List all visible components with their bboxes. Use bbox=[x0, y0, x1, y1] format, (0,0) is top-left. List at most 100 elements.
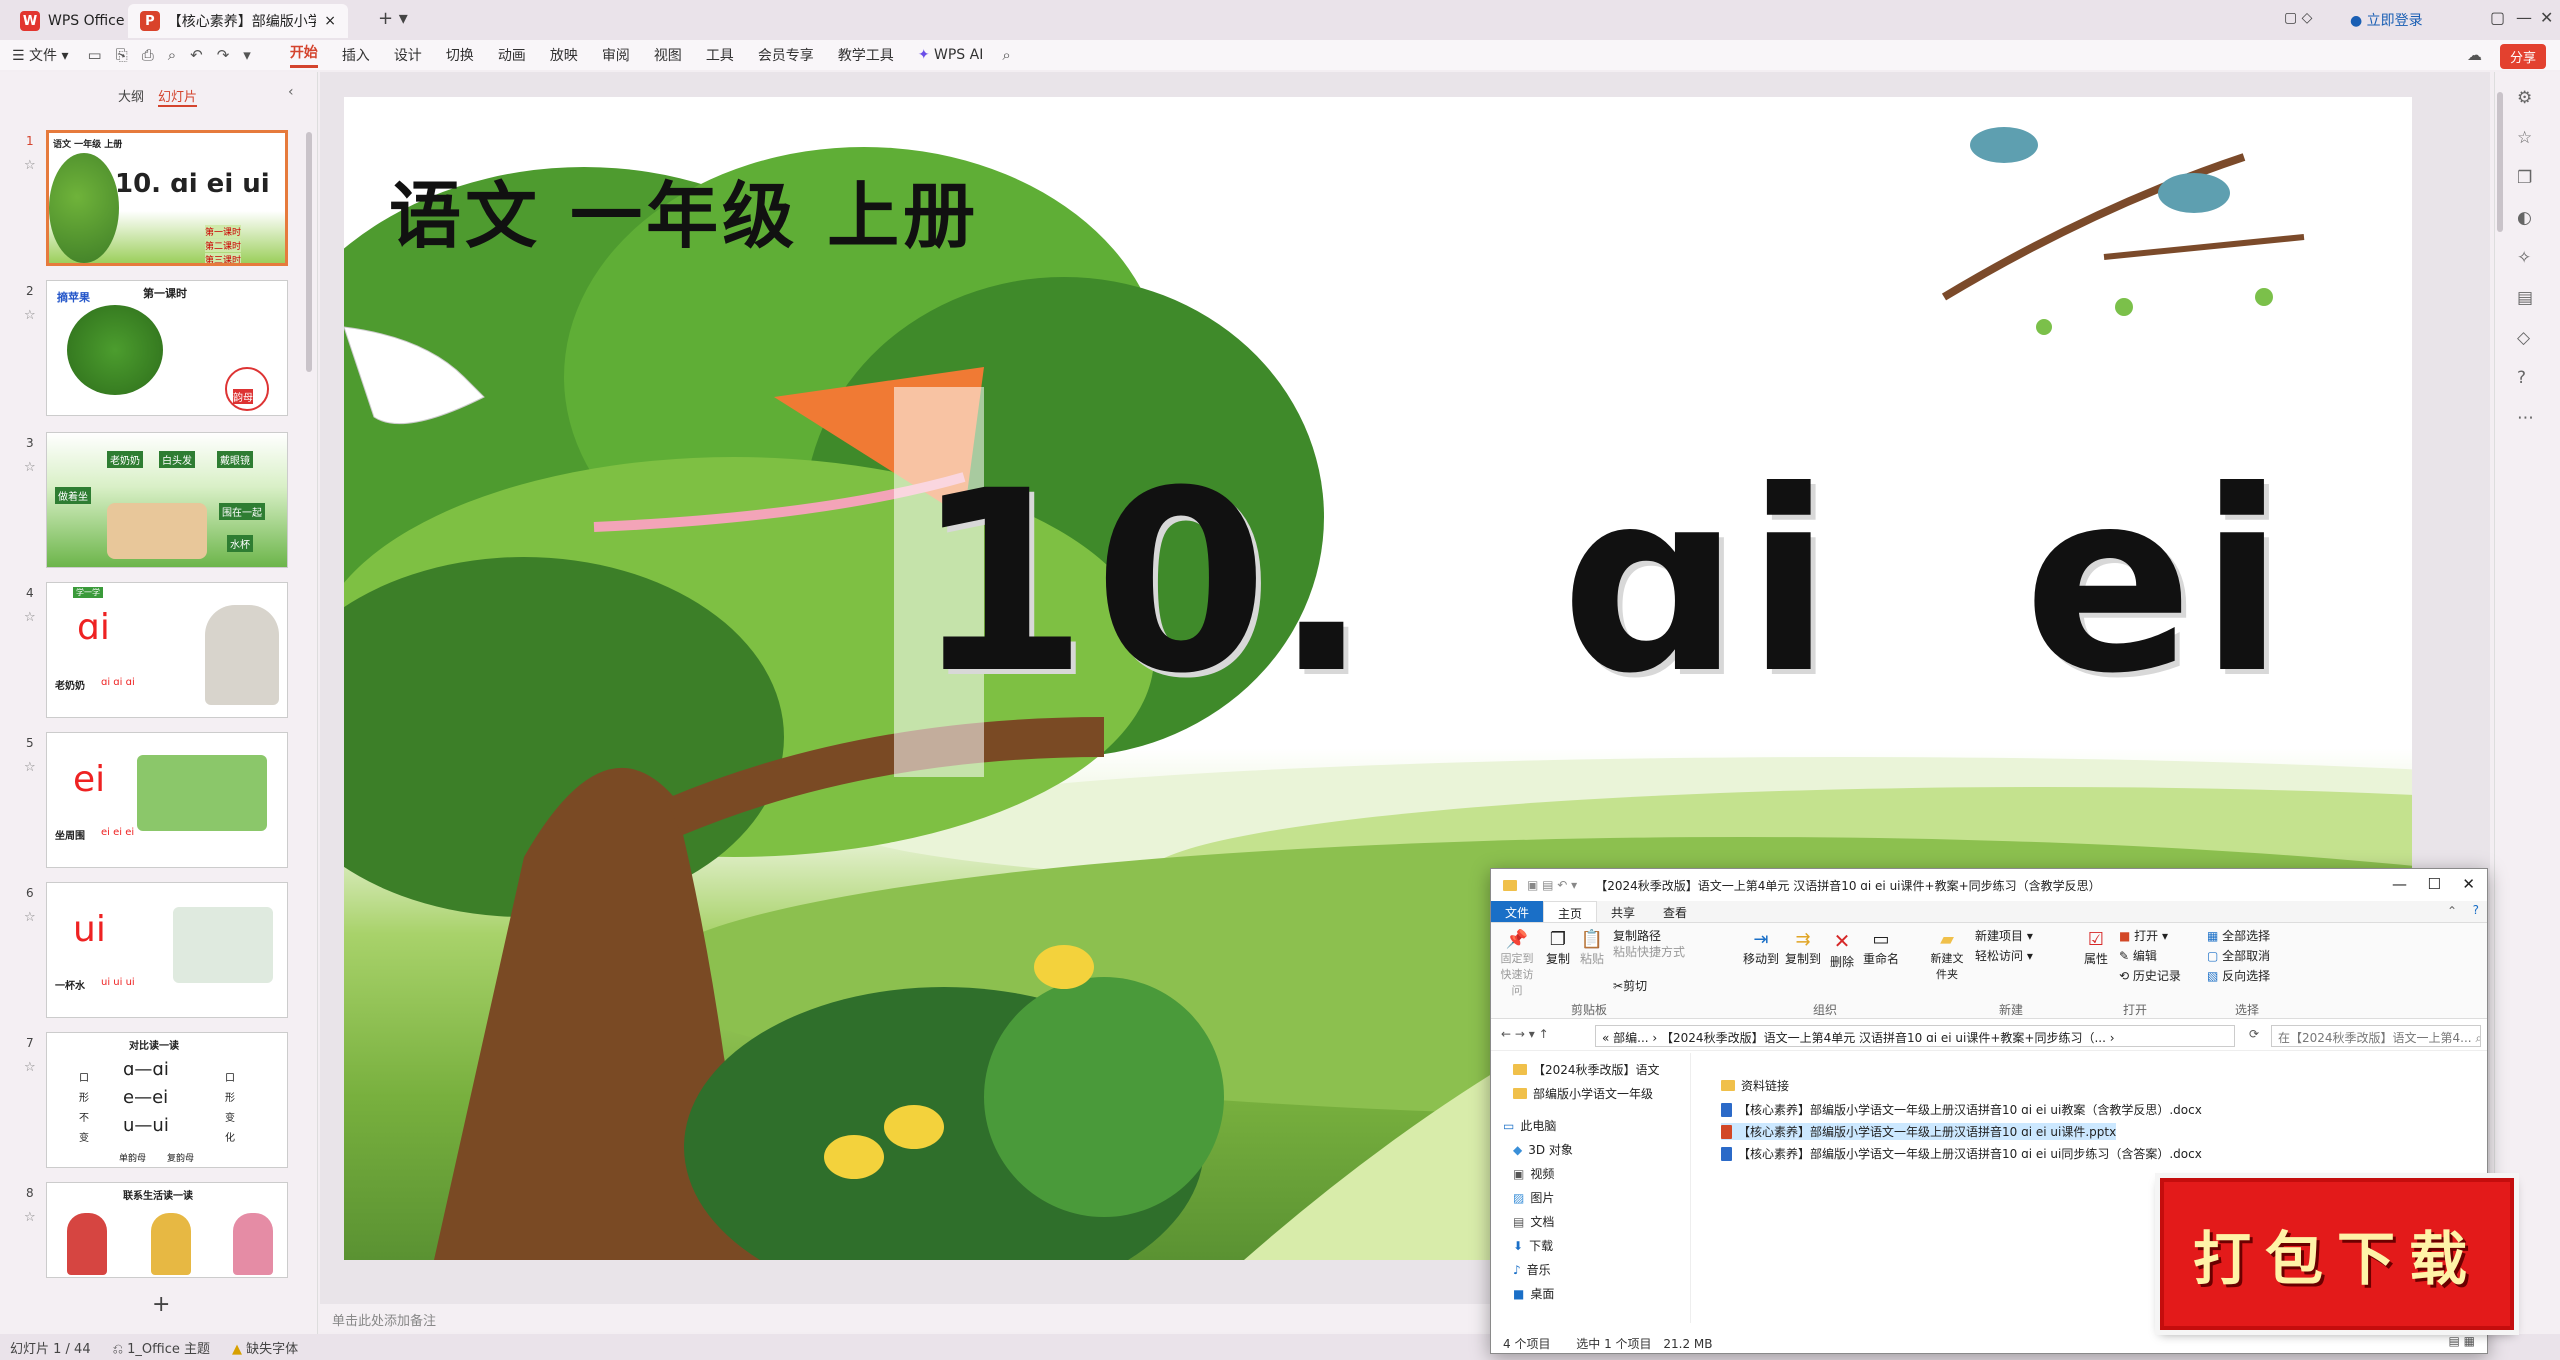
nav-item[interactable]: ▣ 视频 bbox=[1513, 1165, 1554, 1182]
copy-to-button[interactable]: ⇉ 复制到 bbox=[1783, 929, 1823, 967]
theme-name[interactable]: ⎌ 1_Office 主题 bbox=[113, 1338, 210, 1357]
menu-item-teaching[interactable]: 教学工具 bbox=[838, 45, 894, 65]
nav-item[interactable]: ▨ 图片 bbox=[1513, 1189, 1554, 1206]
more-icon[interactable]: ⋯ bbox=[2517, 408, 2534, 428]
view-toggle-icons[interactable]: ▤ ▦ bbox=[2449, 1334, 2476, 1348]
open-button[interactable]: ■ 打开 ▾ bbox=[2119, 927, 2168, 944]
login-button[interactable]: ● 立即登录 bbox=[2350, 10, 2423, 30]
star-icon[interactable]: ☆ bbox=[24, 158, 36, 173]
file-menu[interactable]: ☰ 文件 ▾ bbox=[12, 45, 69, 65]
undo-icon[interactable]: ↶ bbox=[190, 46, 203, 64]
close-icon[interactable]: ✕ bbox=[2462, 875, 2475, 893]
share-button[interactable]: 分享 bbox=[2499, 44, 2546, 69]
preview-icon[interactable]: ⌕ bbox=[168, 46, 176, 64]
shield-icon[interactable]: ◇ bbox=[2517, 328, 2530, 348]
window-icons[interactable]: ▢ ◇ bbox=[2284, 10, 2312, 26]
copy-icon[interactable]: ❐ bbox=[2517, 168, 2532, 188]
panel-scrollbar[interactable] bbox=[306, 132, 312, 372]
slide-thumbnail-2[interactable]: 摘苹果 第一课时 韵母 bbox=[46, 280, 288, 416]
tab-view[interactable]: 查看 bbox=[1649, 901, 1701, 922]
menu-item-animation[interactable]: 动画 bbox=[498, 45, 526, 65]
address-bar[interactable]: « 部编... › 【2024秋季改版】语文一上第4单元 汉语拼音10 ɑi e… bbox=[1595, 1025, 2235, 1047]
canvas-scrollbar[interactable] bbox=[2497, 92, 2503, 232]
shape-icon[interactable]: ◐ bbox=[2517, 208, 2532, 228]
book-icon[interactable]: ▤ bbox=[2517, 288, 2533, 308]
tab-outline[interactable]: 大纲 bbox=[118, 86, 144, 105]
restore-icon[interactable]: — bbox=[2516, 8, 2532, 27]
star-icon[interactable]: ☆ bbox=[24, 1060, 36, 1075]
nav-item[interactable]: 部编版小学语文一年级 bbox=[1513, 1085, 1653, 1102]
collapse-panel-icon[interactable]: ‹ bbox=[288, 84, 294, 100]
favorite-icon[interactable]: ☆ bbox=[2517, 128, 2532, 148]
maximize-icon[interactable]: ☐ bbox=[2428, 875, 2441, 893]
collapse-ribbon-icon[interactable]: ⌃ bbox=[2447, 904, 2457, 918]
print-icon[interactable]: ⎙ bbox=[142, 46, 154, 64]
history-button[interactable]: ⟲ 历史记录 bbox=[2119, 967, 2181, 984]
wps-ai-button[interactable]: ✦ WPS AI bbox=[918, 47, 984, 63]
star-icon[interactable]: ☆ bbox=[24, 760, 36, 775]
star-icon[interactable]: ☆ bbox=[24, 610, 36, 625]
nav-item[interactable]: ◆ 3D 对象 bbox=[1513, 1141, 1573, 1158]
easy-access-button[interactable]: 轻松访问 ▾ bbox=[1975, 947, 2033, 964]
more-icon[interactable]: ▾ bbox=[243, 46, 251, 64]
move-to-button[interactable]: ⇥ 移动到 bbox=[1741, 929, 1781, 967]
file-row-selected[interactable]: 【核心素养】部编版小学语文一年级上册汉语拼音10 ɑi ei ui课件.pptx bbox=[1721, 1123, 2117, 1140]
redo-icon[interactable]: ↷ bbox=[217, 46, 230, 64]
magic-icon[interactable]: ✧ bbox=[2517, 248, 2531, 268]
menu-item-member[interactable]: 会员专享 bbox=[758, 45, 814, 65]
menu-item-tools[interactable]: 工具 bbox=[706, 45, 734, 65]
properties-button[interactable]: ☑ 属性 bbox=[2081, 929, 2111, 967]
star-icon[interactable]: ☆ bbox=[24, 308, 36, 323]
save-icon[interactable]: ▭ bbox=[88, 46, 102, 64]
pin-button[interactable]: 📌 固定到快速访问 bbox=[1497, 929, 1537, 998]
export-icon[interactable]: ⎘ bbox=[116, 46, 128, 64]
menu-item-slideshow[interactable]: 放映 bbox=[550, 45, 578, 65]
slide-thumbnail-4[interactable]: 学一学 ɑi 老奶奶 ɑi ɑi ɑi bbox=[46, 582, 288, 718]
nav-item[interactable]: ♪ 音乐 bbox=[1513, 1261, 1551, 1278]
explorer-title-bar[interactable]: ▣ ▤ ↶ ▾ 【2024秋季改版】语文一上第4单元 汉语拼音10 ɑi ei … bbox=[1491, 869, 2487, 901]
search-icon[interactable]: ⌕ bbox=[1002, 46, 1010, 64]
nav-item[interactable]: 【2024秋季改版】语文 bbox=[1513, 1061, 1660, 1078]
nav-item[interactable]: ▤ 文档 bbox=[1513, 1213, 1554, 1230]
copy-button[interactable]: ❐ 复制 bbox=[1543, 929, 1573, 967]
new-tab-icon[interactable]: + ▾ bbox=[378, 8, 408, 29]
file-row[interactable]: 【核心素养】部编版小学语文一年级上册汉语拼音10 ɑi ei ui同步练习（含答… bbox=[1721, 1145, 2202, 1162]
select-none-button[interactable]: ▢ 全部取消 bbox=[2207, 947, 2270, 964]
paste-shortcut-button[interactable]: 粘贴快捷方式 bbox=[1613, 943, 1685, 960]
menu-item-insert[interactable]: 插入 bbox=[342, 45, 370, 65]
file-row[interactable]: 资料链接 bbox=[1721, 1077, 1789, 1094]
slide-thumbnail-6[interactable]: ui 一杯水 ui ui ui bbox=[46, 882, 288, 1018]
slide-subject-title[interactable]: 语文 一年级 上册 bbox=[389, 157, 979, 262]
quick-access-icons[interactable]: ▣ ▤ ↶ ▾ bbox=[1527, 878, 1577, 892]
tab-wps-office[interactable]: W WPS Office bbox=[8, 4, 137, 38]
star-icon[interactable]: ☆ bbox=[24, 460, 36, 475]
tab-document[interactable]: P 【核心素养】部编版小学语文 × bbox=[128, 4, 348, 38]
star-icon[interactable]: ☆ bbox=[24, 910, 36, 925]
minimize-icon[interactable]: ▢ bbox=[2490, 8, 2505, 27]
nav-item[interactable]: ⬇ 下载 bbox=[1513, 1237, 1553, 1254]
cut-button[interactable]: ✂剪切 bbox=[1613, 977, 1647, 994]
adjust-icon[interactable]: ⚙ bbox=[2517, 88, 2532, 108]
slide-thumbnail-7[interactable]: 对比读一读 ɑ—ɑi e—ei u—ui 口 形 不 变 口 形 变 化 单韵母… bbox=[46, 1032, 288, 1168]
tab-slides[interactable]: 幻灯片 bbox=[158, 86, 198, 107]
nav-item[interactable]: ■ 桌面 bbox=[1513, 1285, 1554, 1302]
delete-button[interactable]: ✕ 删除 bbox=[1827, 929, 1857, 970]
slide-lesson-title[interactable]: 10. ɑi ei ui bbox=[914, 437, 2412, 728]
nav-item-this-pc[interactable]: ▭ 此电脑 bbox=[1503, 1117, 1556, 1134]
menu-item-review[interactable]: 审阅 bbox=[602, 45, 630, 65]
missing-font[interactable]: ▲ 缺失字体 bbox=[232, 1338, 298, 1357]
copy-path-button[interactable]: 复制路径 bbox=[1613, 927, 1661, 944]
rename-button[interactable]: ▭ 重命名 bbox=[1861, 929, 1901, 967]
menu-item-design[interactable]: 设计 bbox=[394, 45, 422, 65]
cloud-icon[interactable]: ☁ bbox=[2467, 46, 2482, 64]
minimize-icon[interactable]: — bbox=[2392, 875, 2407, 893]
close-window-icon[interactable]: ✕ bbox=[2540, 8, 2553, 27]
new-item-button[interactable]: 新建项目 ▾ bbox=[1975, 927, 2033, 944]
close-tab-icon[interactable]: × bbox=[324, 13, 336, 29]
star-icon[interactable]: ☆ bbox=[24, 1210, 36, 1225]
tab-share[interactable]: 共享 bbox=[1597, 901, 1649, 922]
menu-item-view[interactable]: 视图 bbox=[654, 45, 682, 65]
help-icon[interactable]: ? bbox=[2517, 368, 2526, 388]
slide-thumbnail-3[interactable]: 老奶奶 白头发 戴眼镜 做着坐 围在一起 水杯 bbox=[46, 432, 288, 568]
select-all-button[interactable]: ▦ 全部选择 bbox=[2207, 927, 2270, 944]
